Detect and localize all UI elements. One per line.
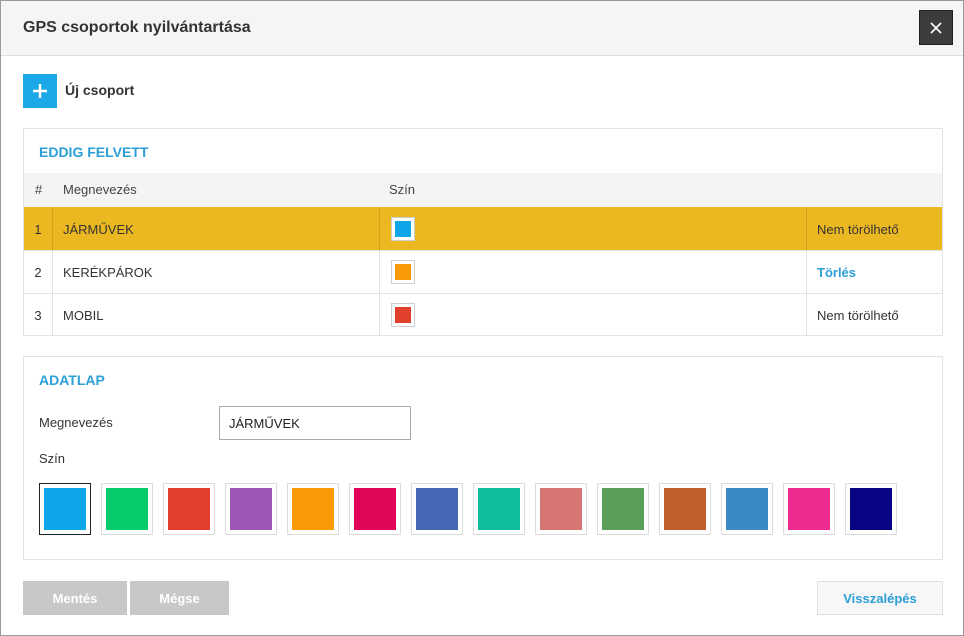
- palette-color-option[interactable]: [473, 483, 525, 535]
- column-header-name: Megnevezés: [63, 182, 137, 197]
- color-swatch: [391, 217, 415, 241]
- row-number: 3: [24, 294, 53, 336]
- close-icon: [930, 21, 942, 34]
- name-label: Megnevezés: [39, 415, 113, 430]
- palette-color-option[interactable]: [225, 483, 277, 535]
- column-header-num: #: [35, 182, 43, 197]
- row-number: 2: [24, 251, 53, 293]
- close-button[interactable]: [919, 10, 953, 45]
- save-button[interactable]: Mentés: [23, 581, 127, 615]
- color-swatch: [391, 303, 415, 327]
- new-group-label[interactable]: Új csoport: [65, 82, 134, 98]
- row-color: [380, 208, 807, 250]
- row-number: 1: [24, 208, 53, 250]
- table-header: # Megnevezés Szín: [24, 173, 942, 207]
- row-name: JÁRMŰVEK: [53, 208, 380, 250]
- not-deletable-label: Nem törölhető: [817, 307, 899, 323]
- palette-color-option[interactable]: [349, 483, 401, 535]
- column-header-color: Szín: [389, 182, 416, 197]
- palette-color-option[interactable]: [163, 483, 215, 535]
- row-action: Nem törölhető: [807, 208, 942, 250]
- palette-color-option[interactable]: [845, 483, 897, 535]
- row-name: KERÉKPÁROK: [53, 251, 380, 293]
- list-title: EDDIG FELVETT: [39, 144, 149, 160]
- not-deletable-label: Nem törölhető: [817, 221, 899, 237]
- palette-color-option[interactable]: [721, 483, 773, 535]
- row-color: [380, 251, 807, 293]
- color-label: Szín: [39, 451, 66, 466]
- table-row[interactable]: 1 JÁRMŰVEK Nem törölhető: [24, 207, 942, 250]
- row-color: [380, 294, 807, 336]
- group-list-panel: EDDIG FELVETT # Megnevezés Szín 1 JÁRMŰVE…: [23, 128, 943, 336]
- name-input[interactable]: [219, 406, 411, 440]
- palette-color-option[interactable]: [101, 483, 153, 535]
- dialog-title: GPS csoportok nyilvántartása: [23, 19, 251, 36]
- palette-color-option[interactable]: [659, 483, 711, 535]
- table-row[interactable]: 2 KERÉKPÁROK Törlés: [24, 250, 942, 293]
- plus-icon: [33, 84, 47, 98]
- table-row[interactable]: 3 MOBIL Nem törölhető: [24, 293, 942, 336]
- dialog-header: GPS csoportok nyilvántartása: [1, 1, 963, 56]
- palette-color-option[interactable]: [783, 483, 835, 535]
- row-action: Nem törölhető: [807, 294, 942, 336]
- palette-color-option[interactable]: [287, 483, 339, 535]
- color-swatch: [391, 260, 415, 284]
- gps-groups-dialog: GPS csoportok nyilvántartása Új csoport …: [0, 0, 964, 636]
- delete-link[interactable]: Törlés: [817, 265, 856, 280]
- form-title: ADATLAP: [39, 372, 105, 388]
- palette-color-option[interactable]: [411, 483, 463, 535]
- new-group-button[interactable]: [23, 74, 57, 108]
- row-name: MOBIL: [53, 294, 380, 336]
- cancel-button[interactable]: Mégse: [130, 581, 229, 615]
- palette-color-option[interactable]: [535, 483, 587, 535]
- details-panel: ADATLAP Megnevezés Szín: [23, 356, 943, 560]
- row-action: Törlés: [807, 251, 942, 293]
- back-button[interactable]: Visszalépés: [817, 581, 943, 615]
- palette-color-option[interactable]: [597, 483, 649, 535]
- palette-color-option[interactable]: [39, 483, 91, 535]
